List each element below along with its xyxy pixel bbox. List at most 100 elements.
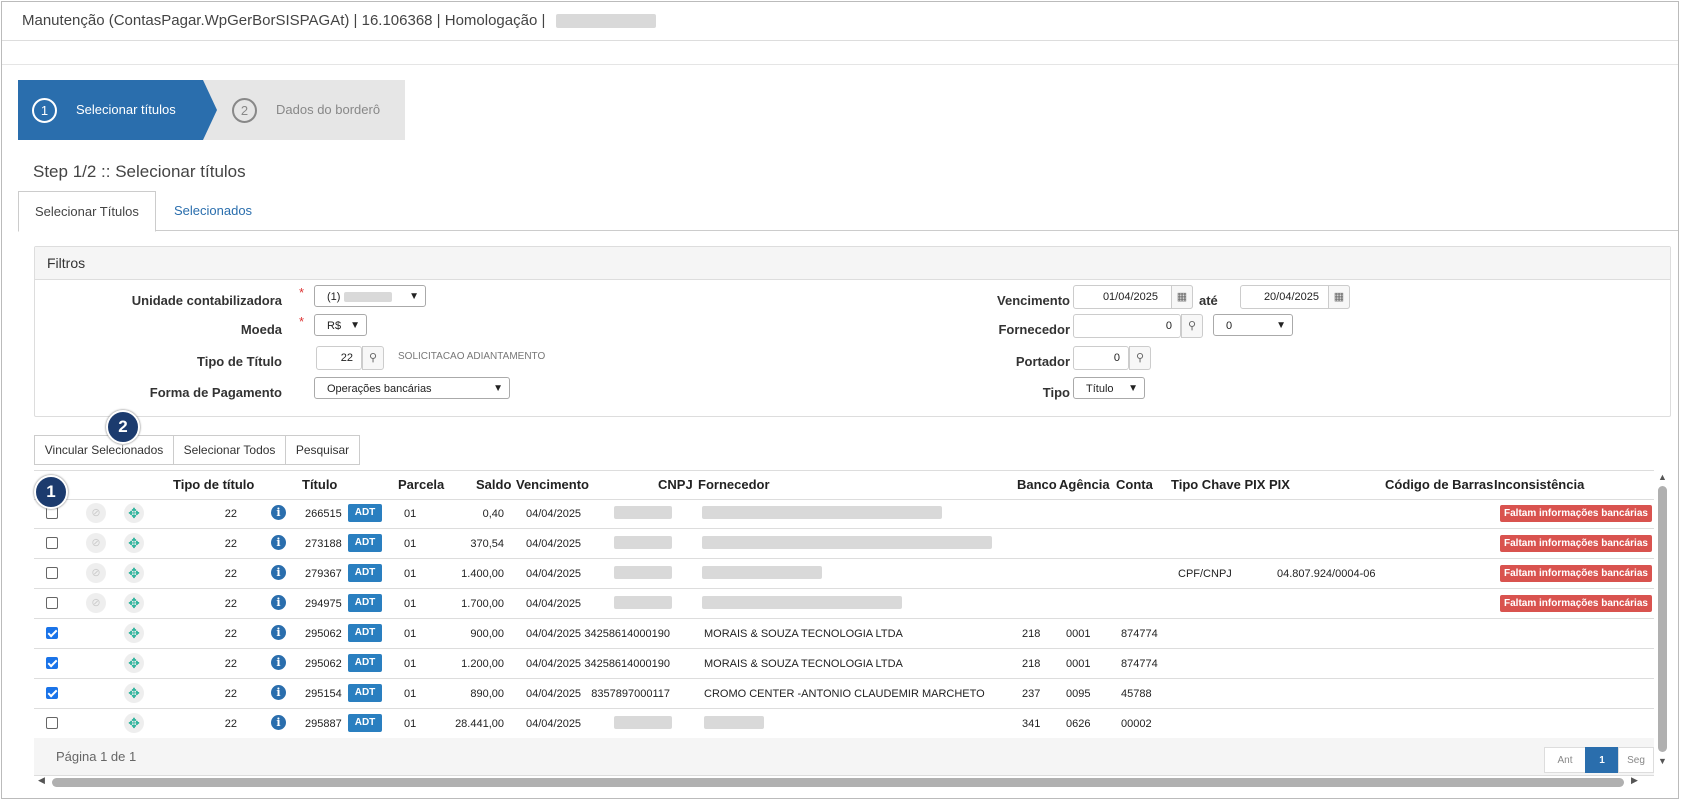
forma-pagamento-select[interactable]: Operações bancárias ▼ [314, 377, 510, 399]
current-page-button[interactable]: 1 [1585, 747, 1619, 773]
col-saldo: Saldo [476, 477, 512, 492]
cell-cnpj: 34258614000190 [584, 628, 670, 640]
col-titulo: Título [302, 477, 338, 492]
redacted-text [555, 14, 656, 29]
adt-badge[interactable]: ADT [348, 684, 382, 702]
search-icon[interactable]: ⚲ [362, 346, 384, 370]
row-checkbox[interactable] [46, 627, 58, 639]
info-icon[interactable]: i [271, 625, 286, 640]
wizard-step-1[interactable]: 1 Selecionar títulos [18, 80, 217, 140]
chevron-down-icon: ▼ [1276, 320, 1286, 331]
adt-badge[interactable]: ADT [348, 624, 382, 642]
row-checkbox[interactable] [46, 687, 58, 699]
tipo-titulo-input[interactable]: 22 [316, 346, 362, 370]
adt-badge[interactable]: ADT [348, 564, 382, 582]
detail-icon[interactable]: ✥ [124, 713, 144, 733]
moeda-select[interactable]: R$ ▼ [314, 314, 367, 336]
table-row[interactable]: ⊘✥iADT2227318801370,5404/04/20253Faltam … [34, 529, 1654, 559]
cell-titulo: 294975 [305, 598, 342, 610]
scroll-down-arrow[interactable]: ▼ [1658, 756, 1667, 766]
cell-banco: 218 [1022, 658, 1041, 670]
page-info: Página 1 de 1 [56, 749, 137, 764]
search-icon[interactable]: ⚲ [1181, 314, 1203, 338]
calendar-icon[interactable]: ▦ [1328, 285, 1350, 309]
col-tipo-titulo: Tipo de título [173, 477, 255, 492]
vincular-selecionados-button[interactable]: Vincular Selecionados [34, 435, 174, 465]
annotation-badge-1: 1 [34, 475, 68, 509]
redacted-text [702, 536, 992, 549]
calendar-icon[interactable]: ▦ [1171, 285, 1193, 309]
prev-page-button[interactable]: Ant [1544, 747, 1586, 773]
row-checkbox[interactable] [46, 537, 58, 549]
scroll-up-arrow[interactable]: ▲ [1658, 472, 1667, 482]
info-icon[interactable]: i [271, 535, 286, 550]
adt-badge[interactable]: ADT [348, 534, 382, 552]
table-row[interactable]: ⊘ ✥ i ADT 22 266515 01 0,40 04/04/2025 Faltam inf… [34, 499, 1654, 529]
tab-selecionar-titulos[interactable]: Selecionar Títulos [18, 191, 156, 232]
cell-tipo-titulo: 22 [224, 568, 237, 580]
row-checkbox[interactable] [46, 657, 58, 669]
disabled-action-icon: ⊘ [86, 533, 106, 553]
adt-badge[interactable]: ADT [348, 504, 382, 522]
adt-badge[interactable]: ADT [348, 654, 382, 672]
table-row[interactable]: ✥iADT222958870128.441,0004/04/2025834106… [34, 709, 1654, 739]
unidade-select[interactable]: (1) ▼ [314, 285, 426, 307]
pesquisar-button[interactable]: Pesquisar [285, 435, 360, 465]
next-page-button[interactable]: Seg [1618, 747, 1654, 773]
fornecedor-input[interactable]: 0 [1073, 314, 1181, 338]
cell-vencimento: 04/04/2025 [526, 688, 582, 700]
cell-vencimento: 04/04/2025 [526, 538, 582, 550]
cell-tipo-titulo: 22 [224, 598, 237, 610]
table-row[interactable]: ✥ i ADT 22 295154 01 890,00 04/04/2025 835789700… [34, 679, 1654, 709]
horizontal-scrollbar[interactable] [52, 778, 1624, 787]
col-inconsistencia: Inconsistência [1494, 477, 1585, 492]
detail-icon[interactable]: ✥ [124, 563, 144, 583]
detail-icon[interactable]: ✥ [124, 533, 144, 553]
info-icon[interactable]: i [271, 565, 286, 580]
detail-icon[interactable]: ✥ [124, 593, 144, 613]
info-icon[interactable]: i [271, 505, 286, 520]
adt-badge[interactable]: ADT [348, 714, 382, 732]
row-checkbox[interactable] [46, 597, 58, 609]
portador-input[interactable]: 0 [1073, 346, 1129, 370]
redacted-text [702, 566, 822, 579]
redacted-text [614, 596, 672, 609]
col-codigo-barras: Código de Barras [1385, 477, 1494, 492]
vertical-scrollbar[interactable] [1658, 486, 1667, 752]
detail-icon[interactable]: ✥ [124, 653, 144, 673]
selecionar-todos-button[interactable]: Selecionar Todos [173, 435, 286, 465]
required-mark: * [299, 285, 305, 300]
col-conta: Conta [1116, 477, 1153, 492]
cell-titulo: 266515 [305, 508, 342, 520]
table-row[interactable]: ⊘ ✥ i ADT 22 294975 01 1.700,00 04/04/2025 Faltam… [34, 589, 1654, 619]
cell-tipo-titulo: 22 [224, 658, 237, 670]
detail-icon[interactable]: ✥ [124, 503, 144, 523]
cell-banco: 341 [1022, 718, 1041, 730]
row-checkbox[interactable] [46, 717, 58, 729]
info-icon[interactable]: i [271, 685, 286, 700]
table-row[interactable]: ⊘ ✥ i ADT 22 279367 01 1.400,00 04/04/2025 CPF/CN… [34, 559, 1654, 589]
cell-vencimento: 04/04/2025 [526, 598, 582, 610]
tipo-select[interactable]: Título ▼ [1073, 377, 1145, 399]
cell-parcela: 01 [404, 658, 417, 670]
scroll-left-arrow[interactable]: ◀ [38, 775, 45, 786]
info-icon[interactable]: i [271, 595, 286, 610]
info-icon[interactable]: i [271, 655, 286, 670]
col-fornecedor: Fornecedor [698, 477, 770, 492]
adt-badge[interactable]: ADT [348, 594, 382, 612]
cell-vencimento: 04/04/2025 [526, 718, 582, 730]
disabled-action-icon: ⊘ [86, 503, 106, 523]
forma-pagamento-label: Forma de Pagamento [149, 385, 282, 400]
table-row[interactable]: ✥ i ADT 22 295062 01 1.200,00 04/04/2025 3425861… [34, 649, 1654, 679]
cell-titulo: 279367 [305, 568, 342, 580]
row-checkbox[interactable] [46, 567, 58, 579]
scroll-right-arrow[interactable]: ▶ [1631, 775, 1638, 786]
wizard-step-2[interactable]: 2 Dados do borderô [218, 80, 405, 140]
search-icon[interactable]: ⚲ [1129, 346, 1151, 370]
detail-icon[interactable]: ✥ [124, 623, 144, 643]
detail-icon[interactable]: ✥ [124, 683, 144, 703]
tab-selecionados[interactable]: Selecionados [158, 191, 268, 230]
table-row[interactable]: ✥ i ADT 22 295062 01 900,00 04/04/2025 342586140… [34, 619, 1654, 649]
fornecedor-select[interactable]: 0 ▼ [1213, 314, 1293, 336]
info-icon[interactable]: i [271, 715, 286, 730]
